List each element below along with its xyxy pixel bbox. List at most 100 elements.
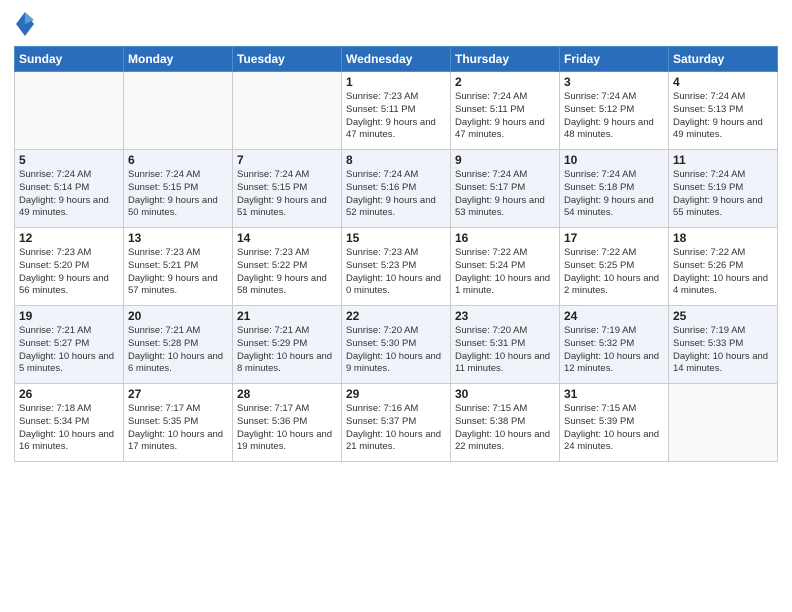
calendar: SundayMondayTuesdayWednesdayThursdayFrid… [14, 46, 778, 462]
day-number: 3 [564, 75, 664, 89]
day-info: Sunrise: 7:17 AM Sunset: 5:36 PM Dayligh… [237, 403, 337, 454]
day-number: 24 [564, 309, 664, 323]
calendar-cell [15, 72, 124, 150]
calendar-cell: 29 Sunrise: 7:16 AM Sunset: 5:37 PM Dayli… [342, 384, 451, 462]
day-number: 12 [19, 231, 119, 245]
calendar-cell: 12 Sunrise: 7:23 AM Sunset: 5:20 PM Dayli… [15, 228, 124, 306]
day-number: 19 [19, 309, 119, 323]
day-info: Sunrise: 7:17 AM Sunset: 5:35 PM Dayligh… [128, 403, 228, 454]
day-info: Sunrise: 7:24 AM Sunset: 5:14 PM Dayligh… [19, 169, 119, 220]
calendar-cell: 3Sunrise: 7:24 AM Sunset: 5:12 PM Daylig… [560, 72, 669, 150]
calendar-cell: 4 Sunrise: 7:24 AM Sunset: 5:13 PM Daylig… [669, 72, 778, 150]
calendar-cell: 11Sunrise: 7:24 AM Sunset: 5:19 PM Dayli… [669, 150, 778, 228]
calendar-cell: 19 Sunrise: 7:21 AM Sunset: 5:27 PM Dayli… [15, 306, 124, 384]
day-info: Sunrise: 7:23 AM Sunset: 5:21 PM Dayligh… [128, 247, 228, 298]
day-number: 14 [237, 231, 337, 245]
day-info: Sunrise: 7:23 AM Sunset: 5:20 PM Dayligh… [19, 247, 119, 298]
calendar-cell: 2 Sunrise: 7:24 AM Sunset: 5:11 PM Daylig… [451, 72, 560, 150]
day-info: Sunrise: 7:18 AM Sunset: 5:34 PM Dayligh… [19, 403, 119, 454]
day-number: 18 [673, 231, 773, 245]
day-number: 4 [673, 75, 773, 89]
week-row-4: 19 Sunrise: 7:21 AM Sunset: 5:27 PM Dayli… [15, 306, 778, 384]
day-info: Sunrise: 7:19 AM Sunset: 5:33 PM Dayligh… [673, 325, 773, 376]
week-row-1: 1Sunrise: 7:23 AM Sunset: 5:11 PM Daylig… [15, 72, 778, 150]
day-number: 20 [128, 309, 228, 323]
day-number: 30 [455, 387, 555, 401]
day-number: 10 [564, 153, 664, 167]
calendar-cell: 22 Sunrise: 7:20 AM Sunset: 5:30 PM Dayli… [342, 306, 451, 384]
day-number: 11 [673, 153, 773, 167]
calendar-cell [669, 384, 778, 462]
day-info: Sunrise: 7:21 AM Sunset: 5:27 PM Dayligh… [19, 325, 119, 376]
day-number: 29 [346, 387, 446, 401]
day-number: 13 [128, 231, 228, 245]
day-number: 2 [455, 75, 555, 89]
calendar-cell: 21 Sunrise: 7:21 AM Sunset: 5:29 PM Dayli… [233, 306, 342, 384]
calendar-cell: 30 Sunrise: 7:15 AM Sunset: 5:38 PM Dayli… [451, 384, 560, 462]
day-number: 9 [455, 153, 555, 167]
logo-icon [16, 10, 34, 38]
day-info: Sunrise: 7:16 AM Sunset: 5:37 PM Dayligh… [346, 403, 446, 454]
day-info: Sunrise: 7:22 AM Sunset: 5:26 PM Dayligh… [673, 247, 773, 298]
day-number: 15 [346, 231, 446, 245]
page: SundayMondayTuesdayWednesdayThursdayFrid… [0, 0, 792, 612]
day-number: 31 [564, 387, 664, 401]
day-info: Sunrise: 7:15 AM Sunset: 5:39 PM Dayligh… [564, 403, 664, 454]
calendar-cell: 16 Sunrise: 7:22 AM Sunset: 5:24 PM Dayli… [451, 228, 560, 306]
day-info: Sunrise: 7:24 AM Sunset: 5:15 PM Dayligh… [237, 169, 337, 220]
calendar-cell: 27Sunrise: 7:17 AM Sunset: 5:35 PM Dayli… [124, 384, 233, 462]
day-info: Sunrise: 7:24 AM Sunset: 5:16 PM Dayligh… [346, 169, 446, 220]
calendar-cell: 10 Sunrise: 7:24 AM Sunset: 5:18 PM Dayli… [560, 150, 669, 228]
week-row-2: 5 Sunrise: 7:24 AM Sunset: 5:14 PM Daylig… [15, 150, 778, 228]
weekday-header-saturday: Saturday [669, 47, 778, 72]
day-number: 16 [455, 231, 555, 245]
day-info: Sunrise: 7:21 AM Sunset: 5:29 PM Dayligh… [237, 325, 337, 376]
weekday-header-friday: Friday [560, 47, 669, 72]
calendar-cell: 9 Sunrise: 7:24 AM Sunset: 5:17 PM Daylig… [451, 150, 560, 228]
day-number: 23 [455, 309, 555, 323]
weekday-header-thursday: Thursday [451, 47, 560, 72]
day-info: Sunrise: 7:15 AM Sunset: 5:38 PM Dayligh… [455, 403, 555, 454]
weekday-header-wednesday: Wednesday [342, 47, 451, 72]
day-info: Sunrise: 7:24 AM Sunset: 5:11 PM Dayligh… [455, 91, 555, 142]
calendar-cell: 31 Sunrise: 7:15 AM Sunset: 5:39 PM Dayli… [560, 384, 669, 462]
day-number: 17 [564, 231, 664, 245]
day-number: 7 [237, 153, 337, 167]
day-info: Sunrise: 7:19 AM Sunset: 5:32 PM Dayligh… [564, 325, 664, 376]
calendar-cell: 25 Sunrise: 7:19 AM Sunset: 5:33 PM Dayli… [669, 306, 778, 384]
logo [14, 10, 34, 38]
day-number: 5 [19, 153, 119, 167]
day-number: 1 [346, 75, 446, 89]
calendar-cell: 24 Sunrise: 7:19 AM Sunset: 5:32 PM Dayli… [560, 306, 669, 384]
day-info: Sunrise: 7:24 AM Sunset: 5:15 PM Dayligh… [128, 169, 228, 220]
day-info: Sunrise: 7:24 AM Sunset: 5:13 PM Dayligh… [673, 91, 773, 142]
header [14, 10, 778, 38]
day-number: 22 [346, 309, 446, 323]
day-number: 26 [19, 387, 119, 401]
calendar-cell: 23 Sunrise: 7:20 AM Sunset: 5:31 PM Dayli… [451, 306, 560, 384]
calendar-cell: 6Sunrise: 7:24 AM Sunset: 5:15 PM Daylig… [124, 150, 233, 228]
calendar-cell: 8 Sunrise: 7:24 AM Sunset: 5:16 PM Daylig… [342, 150, 451, 228]
day-info: Sunrise: 7:24 AM Sunset: 5:17 PM Dayligh… [455, 169, 555, 220]
day-info: Sunrise: 7:22 AM Sunset: 5:25 PM Dayligh… [564, 247, 664, 298]
calendar-cell: 28 Sunrise: 7:17 AM Sunset: 5:36 PM Dayli… [233, 384, 342, 462]
day-number: 28 [237, 387, 337, 401]
calendar-cell: 26 Sunrise: 7:18 AM Sunset: 5:34 PM Dayli… [15, 384, 124, 462]
day-info: Sunrise: 7:21 AM Sunset: 5:28 PM Dayligh… [128, 325, 228, 376]
day-info: Sunrise: 7:20 AM Sunset: 5:31 PM Dayligh… [455, 325, 555, 376]
day-number: 8 [346, 153, 446, 167]
calendar-cell: 14Sunrise: 7:23 AM Sunset: 5:22 PM Dayli… [233, 228, 342, 306]
calendar-cell: 1Sunrise: 7:23 AM Sunset: 5:11 PM Daylig… [342, 72, 451, 150]
calendar-cell: 5 Sunrise: 7:24 AM Sunset: 5:14 PM Daylig… [15, 150, 124, 228]
day-info: Sunrise: 7:20 AM Sunset: 5:30 PM Dayligh… [346, 325, 446, 376]
day-info: Sunrise: 7:22 AM Sunset: 5:24 PM Dayligh… [455, 247, 555, 298]
calendar-cell: 7 Sunrise: 7:24 AM Sunset: 5:15 PM Daylig… [233, 150, 342, 228]
day-number: 21 [237, 309, 337, 323]
day-info: Sunrise: 7:23 AM Sunset: 5:23 PM Dayligh… [346, 247, 446, 298]
day-info: Sunrise: 7:24 AM Sunset: 5:18 PM Dayligh… [564, 169, 664, 220]
weekday-header-row: SundayMondayTuesdayWednesdayThursdayFrid… [15, 47, 778, 72]
calendar-cell [124, 72, 233, 150]
weekday-header-sunday: Sunday [15, 47, 124, 72]
day-number: 25 [673, 309, 773, 323]
weekday-header-tuesday: Tuesday [233, 47, 342, 72]
